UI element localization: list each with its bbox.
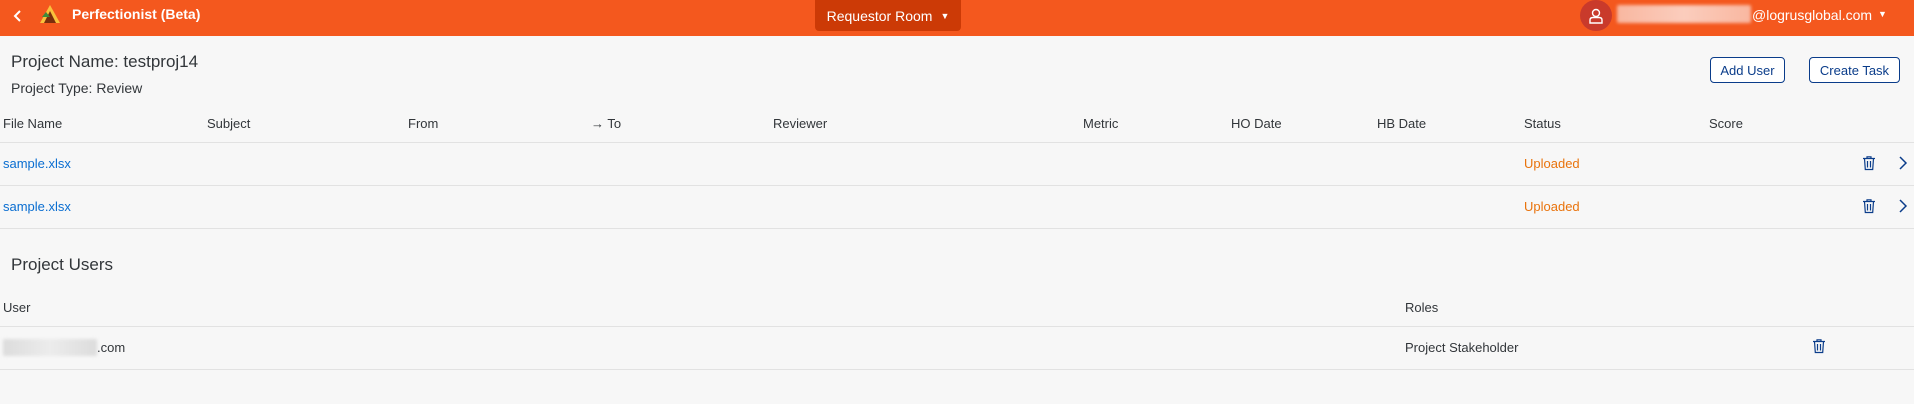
chevron-right-icon[interactable] xyxy=(1897,155,1909,171)
user-role: Project Stakeholder xyxy=(1405,340,1519,355)
user-icon xyxy=(1589,8,1603,24)
user-email[interactable]: @logrusglobal.com xyxy=(1752,7,1872,23)
column-header-file-name[interactable]: File Name xyxy=(3,116,62,131)
caret-down-icon: ▼ xyxy=(940,10,950,21)
column-header-score[interactable]: Score xyxy=(1709,116,1743,131)
column-header-ho-date[interactable]: HO Date xyxy=(1231,116,1282,131)
user-name-redacted xyxy=(3,339,97,356)
divider xyxy=(0,369,1914,370)
column-header-roles[interactable]: Roles xyxy=(1405,300,1438,315)
divider xyxy=(0,185,1914,186)
column-header-metric[interactable]: Metric xyxy=(1083,116,1118,131)
trash-icon[interactable] xyxy=(1861,198,1877,214)
perfectionist-logo xyxy=(40,5,60,23)
file-name-link[interactable]: sample.xlsx xyxy=(3,156,71,171)
top-bar: Perfectionist (Beta) Requestor Room ▼ @l… xyxy=(0,0,1914,36)
project-type: Project Type: Review xyxy=(11,80,143,96)
column-header-to[interactable]: → To xyxy=(591,116,621,131)
room-label: Requestor Room xyxy=(826,7,933,24)
create-task-button[interactable]: Create Task xyxy=(1809,57,1900,83)
column-header-from[interactable]: From xyxy=(408,116,438,131)
trash-icon[interactable] xyxy=(1811,338,1827,354)
divider xyxy=(0,142,1914,143)
column-header-status[interactable]: Status xyxy=(1524,116,1561,131)
project-name: Project Name: testproj14 xyxy=(11,52,199,71)
add-user-button[interactable]: Add User xyxy=(1710,57,1785,83)
section-title-project-users: Project Users xyxy=(11,255,114,274)
chevron-right-icon[interactable] xyxy=(1897,198,1909,214)
avatar[interactable] xyxy=(1580,0,1612,31)
column-header-hb-date[interactable]: HB Date xyxy=(1377,116,1426,131)
caret-down-icon[interactable]: ▼ xyxy=(1878,9,1887,19)
room-selector-button[interactable]: Requestor Room ▼ xyxy=(815,0,961,31)
divider xyxy=(0,228,1914,229)
app-title: Perfectionist (Beta) xyxy=(72,6,201,22)
file-name-link[interactable]: sample.xlsx xyxy=(3,199,71,214)
chevron-left-icon xyxy=(13,10,21,22)
status-badge: Uploaded xyxy=(1524,156,1580,171)
trash-icon[interactable] xyxy=(1861,155,1877,171)
back-button[interactable] xyxy=(4,2,32,30)
divider xyxy=(0,326,1914,327)
user-name-redacted xyxy=(1617,5,1751,23)
column-header-reviewer[interactable]: Reviewer xyxy=(773,116,827,131)
status-badge: Uploaded xyxy=(1524,199,1580,214)
user-email: .com xyxy=(97,340,126,355)
column-header-subject[interactable]: Subject xyxy=(207,116,250,131)
column-header-user[interactable]: User xyxy=(3,300,30,315)
